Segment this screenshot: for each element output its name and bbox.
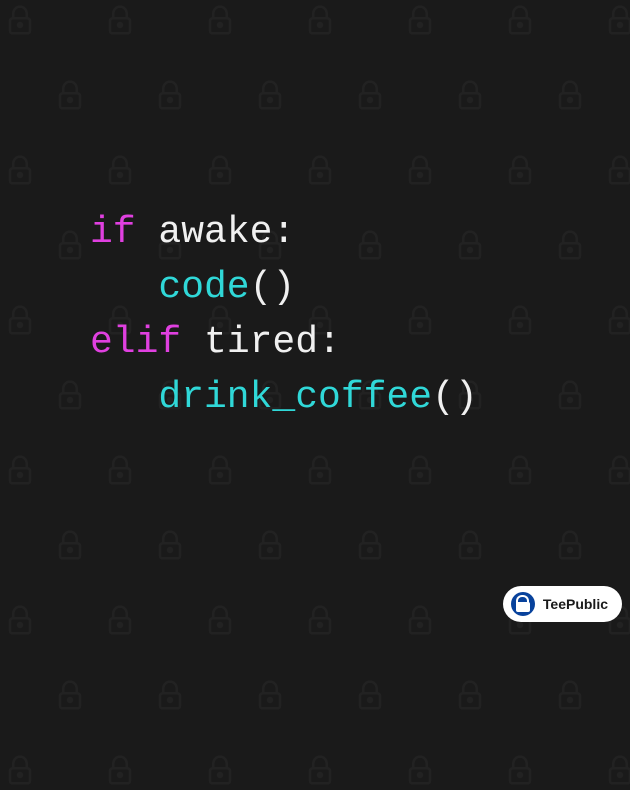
condition-awake: awake:: [136, 211, 296, 254]
keyword-elif: elif: [90, 321, 181, 364]
condition-tired: tired:: [181, 321, 341, 364]
lock-icon: [511, 592, 535, 616]
parens: (): [250, 266, 296, 309]
brand-label: TeePublic: [543, 596, 608, 612]
keyword-if: if: [90, 211, 136, 254]
code-line-4: drink_coffee(): [90, 370, 478, 425]
code-line-1: if awake:: [90, 205, 478, 260]
func-code: code: [158, 266, 249, 309]
teepublic-badge: TeePublic: [503, 586, 622, 622]
code-snippet: if awake: code() elif tired: drink_coffe…: [90, 205, 478, 425]
code-line-2: code(): [90, 260, 478, 315]
parens: (): [432, 376, 478, 419]
code-line-3: elif tired:: [90, 315, 478, 370]
func-drink-coffee: drink_coffee: [158, 376, 432, 419]
